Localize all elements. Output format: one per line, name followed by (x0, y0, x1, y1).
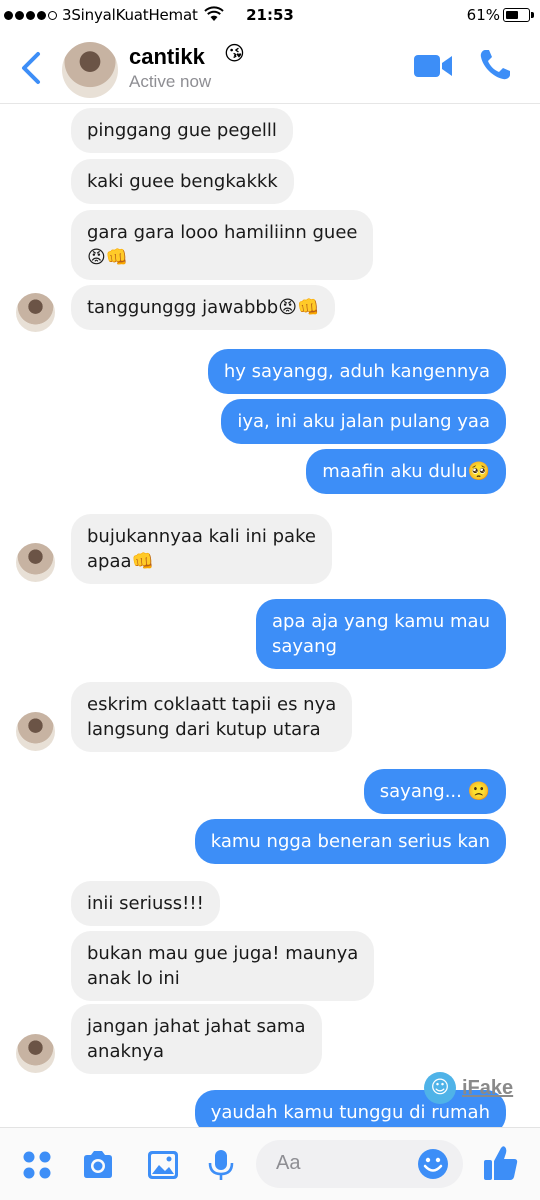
outgoing-message[interactable]: kamu ngga beneran serius kan (194, 819, 506, 864)
incoming-message[interactable]: jangan jahat jahat sama anaknya (71, 1004, 322, 1074)
message-thread[interactable]: pinggang gue pegelll kaki guee bengkakkk… (0, 104, 540, 1127)
incoming-message[interactable]: pinggang gue pegelll (71, 108, 293, 153)
message-input-placeholder: Aa (276, 1152, 301, 1174)
contact-name-emoji: 😘 (224, 41, 245, 65)
outgoing-message[interactable]: iya, ini aku jalan pulang yaa (221, 399, 506, 444)
watermark-text: iFake (462, 1076, 514, 1099)
battery-icon (503, 8, 530, 22)
incoming-message[interactable]: inii seriuss!!! (71, 881, 220, 926)
contact-avatar[interactable] (62, 42, 118, 98)
incoming-message[interactable]: kaki guee bengkakkk (71, 159, 294, 204)
clock: 21:53 (246, 6, 294, 24)
back-chevron-icon[interactable] (16, 48, 46, 88)
phone-call-icon[interactable] (478, 48, 512, 82)
emoji-icon[interactable] (417, 1148, 449, 1180)
contact-avatar-small (16, 1034, 55, 1073)
incoming-message[interactable]: tanggunggg jawabbb😡👊 (71, 285, 336, 330)
outgoing-message[interactable]: sayang... 🙁 (363, 769, 506, 814)
ifake-watermark: ☺ iFake (424, 1072, 513, 1104)
video-call-icon[interactable] (413, 52, 453, 80)
battery-nub (531, 12, 534, 18)
contact-avatar-small (16, 543, 55, 582)
active-status: Active now (129, 72, 212, 91)
contact-avatar-small (16, 712, 55, 751)
thumbs-up-icon[interactable] (483, 1144, 519, 1182)
message-composer: Aa (0, 1127, 540, 1200)
conversation-header: cantikk 😘 Active now (0, 34, 540, 104)
status-bar: 3SinyalKuatHemat 21:53 61% (0, 0, 540, 34)
outgoing-message[interactable]: apa aja yang kamu mau sayang (255, 599, 506, 669)
contact-avatar-small (16, 293, 55, 332)
contact-name[interactable]: cantikk (129, 44, 205, 70)
gallery-icon[interactable] (146, 1148, 180, 1182)
incoming-message[interactable]: bujukannyaa kali ini pake apaa👊 (71, 514, 332, 584)
outgoing-message[interactable]: maafin aku dulu🥺 (306, 449, 506, 494)
outgoing-message[interactable]: hy sayangg, aduh kangennya (207, 349, 506, 394)
camera-icon[interactable] (81, 1148, 115, 1182)
message-input[interactable]: Aa (256, 1140, 463, 1188)
battery-percentage: 61% (466, 6, 500, 24)
incoming-message[interactable]: bukan mau gue juga! maunya anak lo ini (71, 931, 375, 1001)
incoming-message[interactable]: eskrim coklaatt tapii es nya langsung da… (71, 682, 353, 752)
smiley-face-icon: ☺ (424, 1072, 456, 1104)
apps-grid-icon[interactable] (20, 1148, 54, 1182)
incoming-message[interactable]: gara gara looo hamiliinn guee 😡👊 (71, 210, 374, 280)
microphone-icon[interactable] (204, 1148, 238, 1182)
